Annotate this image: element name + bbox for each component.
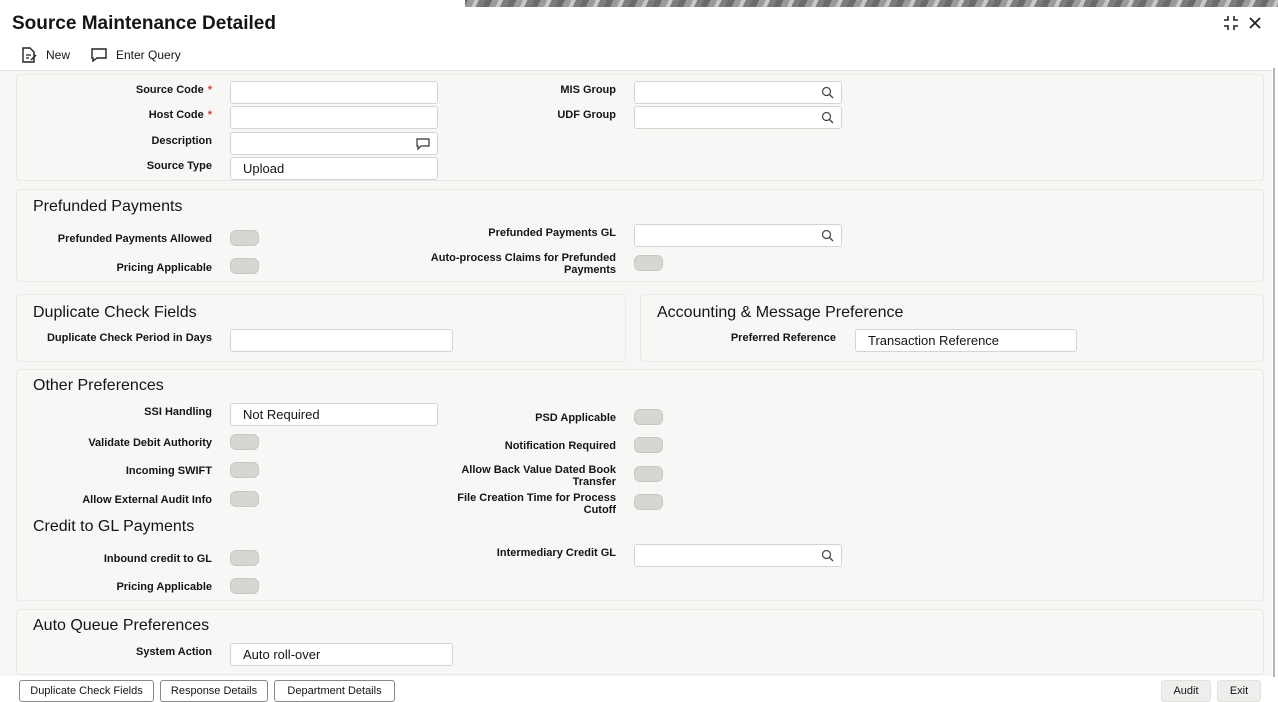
source-type-field[interactable]: Upload — [230, 157, 438, 180]
enter-query-button[interactable]: Enter Query — [90, 44, 181, 66]
validate-debit-toggle[interactable] — [230, 434, 259, 450]
search-icon[interactable] — [821, 549, 834, 565]
file-creation-label: File Creation Time for Process Cutoff — [457, 492, 616, 516]
search-icon[interactable] — [821, 86, 834, 102]
comment-icon — [91, 48, 107, 63]
back-value-label: Allow Back Value Dated Book Transfer — [461, 464, 616, 488]
credit-gl-pricing-toggle[interactable] — [230, 578, 259, 594]
system-action-field[interactable]: Auto roll-over — [230, 643, 453, 666]
duplicate-period-input[interactable] — [230, 329, 453, 352]
source-type-label: Source Type — [146, 160, 212, 172]
other-preferences-title: Other Preferences — [33, 377, 164, 394]
prefunded-gl-label: Prefunded Payments GL — [488, 227, 616, 239]
credit-gl-pricing-label: Pricing Applicable — [116, 581, 212, 593]
inbound-credit-label: Inbound credit to GL — [103, 553, 212, 565]
source-code-input[interactable] — [230, 81, 438, 104]
description-label: Description — [151, 135, 212, 147]
vertical-scrollbar[interactable] — [1273, 68, 1275, 678]
incoming-swift-toggle[interactable] — [230, 462, 259, 478]
department-details-button[interactable]: Department Details — [274, 680, 395, 702]
prefunded-pricing-label: Pricing Applicable — [116, 262, 212, 274]
prefunded-pricing-toggle[interactable] — [230, 258, 259, 274]
credit-gl-title: Credit to GL Payments — [33, 518, 195, 535]
ssi-handling-field[interactable]: Not Required — [230, 403, 438, 426]
enter-query-label: Enter Query — [116, 48, 181, 62]
new-button[interactable]: New — [20, 44, 70, 66]
header-banner — [0, 0, 1278, 7]
inbound-credit-toggle[interactable] — [230, 550, 259, 566]
host-code-label: Host Code * — [148, 109, 212, 121]
udf-group-input[interactable] — [634, 106, 842, 129]
notification-required-label: Notification Required — [504, 440, 616, 452]
duplicate-check-fields-button[interactable]: Duplicate Check Fields — [19, 680, 154, 702]
psd-applicable-label: PSD Applicable — [535, 412, 616, 424]
prefunded-title: Prefunded Payments — [33, 198, 183, 215]
description-input[interactable] — [230, 132, 438, 155]
search-icon[interactable] — [821, 111, 834, 127]
accounting-title: Accounting & Message Preference — [657, 304, 904, 321]
maximize-icon[interactable] — [1222, 14, 1240, 37]
auto-process-label: Auto-process Claims for Prefunded Payment… — [430, 252, 616, 276]
system-action-label: System Action — [135, 646, 212, 658]
close-icon[interactable] — [1247, 15, 1263, 36]
duplicate-period-label: Duplicate Check Period in Days — [46, 332, 212, 344]
psd-applicable-toggle[interactable] — [634, 409, 663, 425]
ssi-handling-label: SSI Handling — [144, 406, 212, 418]
external-audit-toggle[interactable] — [230, 491, 259, 507]
preferred-ref-label: Preferred Reference — [730, 332, 836, 344]
audit-button[interactable]: Audit — [1161, 680, 1211, 702]
prefunded-gl-input[interactable] — [634, 224, 842, 247]
mis-group-label: MIS Group — [560, 84, 616, 96]
preferred-ref-field[interactable]: Transaction Reference — [855, 329, 1077, 352]
search-icon[interactable] — [821, 229, 834, 245]
back-value-toggle[interactable] — [634, 466, 663, 482]
response-details-button[interactable]: Response Details — [160, 680, 268, 702]
validate-debit-label: Validate Debit Authority — [88, 437, 212, 449]
notification-required-toggle[interactable] — [634, 437, 663, 453]
page-title: Source Maintenance Detailed — [12, 13, 276, 34]
file-creation-toggle[interactable] — [634, 494, 663, 510]
source-code-label: Source Code * — [135, 84, 212, 96]
incoming-swift-label: Incoming SWIFT — [125, 465, 212, 477]
udf-group-label: UDF Group — [557, 109, 616, 121]
host-code-input[interactable] — [230, 106, 438, 129]
exit-button[interactable]: Exit — [1217, 680, 1261, 702]
prefunded-allowed-label: Prefunded Payments Allowed — [57, 233, 212, 245]
auto-queue-title: Auto Queue Preferences — [33, 617, 210, 634]
new-label: New — [46, 48, 71, 62]
intermediary-credit-input[interactable] — [634, 544, 842, 567]
external-audit-label: Allow External Audit Info — [82, 494, 212, 506]
new-document-icon — [22, 47, 37, 63]
comment-icon[interactable] — [416, 137, 430, 154]
intermediary-credit-label: Intermediary Credit GL — [496, 547, 616, 559]
prefunded-allowed-toggle[interactable] — [230, 230, 259, 246]
mis-group-input[interactable] — [634, 81, 842, 104]
auto-process-toggle[interactable] — [634, 255, 663, 271]
duplicate-title: Duplicate Check Fields — [33, 304, 197, 321]
